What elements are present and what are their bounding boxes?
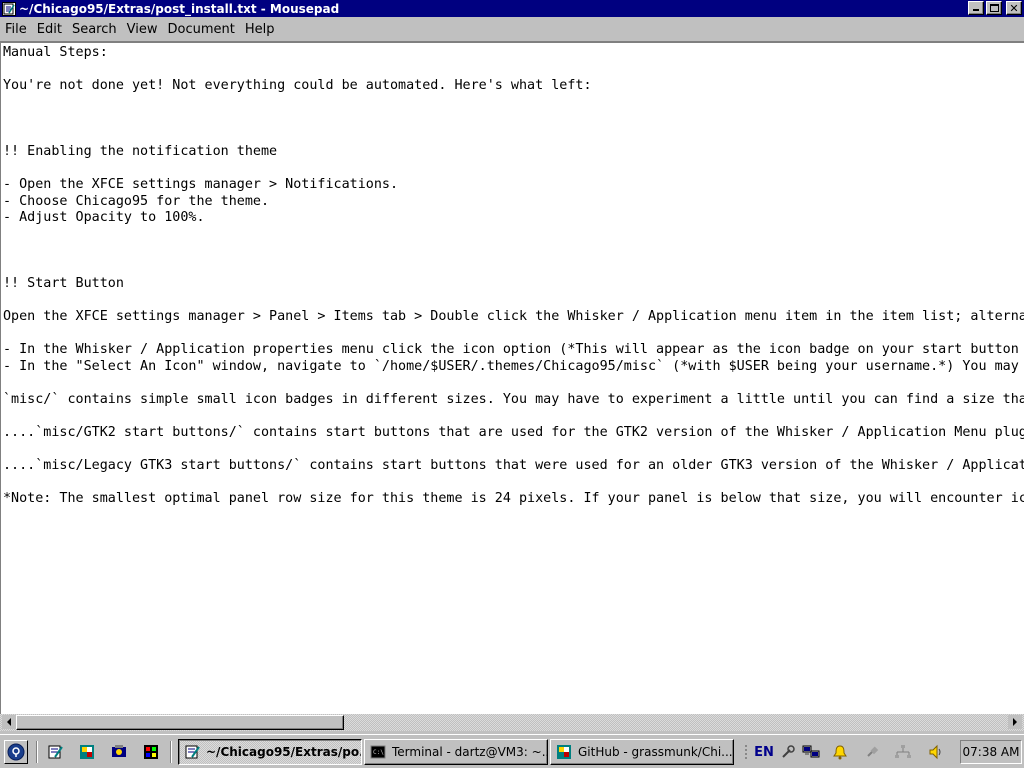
taskbar-separator	[36, 741, 38, 763]
taskbar-clock[interactable]: 07:38 AM	[960, 740, 1022, 764]
tray-power-icon[interactable]	[862, 743, 882, 761]
speaker-icon	[929, 744, 941, 760]
text-editor[interactable]: Manual Steps: You're not done yet! Not ev…	[0, 42, 1024, 714]
editor-line[interactable]: - Open the XFCE settings manager > Notif…	[3, 177, 1024, 194]
keyboard-layout-indicator[interactable]: EN	[752, 743, 776, 761]
network-computers-icon	[802, 745, 820, 758]
scroll-left-button[interactable]	[2, 715, 16, 729]
editor-line[interactable]: ....`misc/GTK2 start buttons/` contains …	[3, 425, 1024, 442]
taskbar: ~/Chicago95/Extras/po... C:\ Terminal - …	[0, 734, 1024, 768]
editor-line[interactable]	[3, 293, 1024, 310]
editor-line[interactable]	[3, 128, 1024, 145]
editor-line[interactable]: - In the "Select An Icon" window, naviga…	[3, 359, 1024, 376]
editor-line[interactable]	[3, 408, 1024, 425]
window-titlebar[interactable]: ~/Chicago95/Extras/post_install.txt - Mo…	[0, 0, 1024, 17]
quicklaunch-games[interactable]	[78, 744, 96, 760]
arrow-right-icon	[1013, 718, 1017, 726]
quicklaunch-mousepad[interactable]	[46, 744, 64, 760]
language-label: EN	[754, 744, 774, 760]
editor-line[interactable]: - In the Whisker / Application propertie…	[3, 342, 1024, 359]
tray-volume-icon[interactable]	[926, 743, 946, 761]
editor-line[interactable]	[3, 441, 1024, 458]
menu-edit[interactable]: Edit	[32, 22, 67, 37]
editor-line[interactable]	[3, 375, 1024, 392]
editor-line[interactable]: - Adjust Opacity to 100%.	[3, 210, 1024, 227]
editor-content[interactable]: Manual Steps: You're not done yet! Not ev…	[3, 45, 1024, 507]
editor-line[interactable]	[3, 260, 1024, 277]
notepad-icon	[48, 745, 63, 759]
network-tree-icon	[895, 745, 911, 758]
window-title: ~/Chicago95/Extras/post_install.txt - Mo…	[19, 1, 340, 16]
task-label: GitHub - grassmunk/Chi...	[578, 745, 733, 759]
editor-line[interactable]	[3, 227, 1024, 244]
wrench-icon	[782, 745, 795, 758]
editor-line[interactable]: Manual Steps:	[3, 45, 1024, 62]
horizontal-scrollbar[interactable]	[0, 714, 1024, 731]
tray-notification-icon[interactable]	[830, 743, 850, 761]
minimize-icon	[973, 9, 979, 11]
menu-view[interactable]: View	[122, 22, 163, 37]
applications-icon	[144, 745, 158, 759]
tray-lan-icon[interactable]	[892, 743, 914, 761]
bell-icon	[833, 745, 847, 760]
restore-icon	[989, 4, 999, 12]
editor-line[interactable]	[3, 326, 1024, 343]
editor-line[interactable]	[3, 243, 1024, 260]
tray-grip[interactable]	[744, 744, 748, 760]
editor-line[interactable]	[3, 161, 1024, 178]
tray-network-icon[interactable]	[800, 743, 822, 761]
scroll-right-button[interactable]	[1008, 715, 1022, 729]
editor-line[interactable]: !! Start Button	[3, 276, 1024, 293]
editor-line[interactable]	[3, 62, 1024, 79]
clock-time: 07:38 AM	[962, 745, 1020, 759]
arrow-left-icon	[7, 718, 11, 726]
maximize-button[interactable]	[986, 1, 1002, 15]
menu-document[interactable]: Document	[162, 22, 239, 37]
mousepad-app-icon[interactable]	[2, 1, 16, 16]
menu-search[interactable]: Search	[67, 22, 122, 37]
settings-icon	[112, 745, 126, 757]
editor-line[interactable]	[3, 474, 1024, 491]
minimize-button[interactable]	[968, 1, 984, 15]
editor-line[interactable]	[3, 95, 1024, 112]
notepad-icon	[3, 3, 15, 14]
plug-icon	[867, 746, 879, 757]
puzzle-icon	[80, 745, 94, 759]
menu-help[interactable]: Help	[240, 22, 280, 37]
editor-line[interactable]: `misc/` contains simple small icon badge…	[3, 392, 1024, 409]
mousepad-icon	[184, 744, 200, 760]
scrollbar-thumb[interactable]	[16, 715, 344, 730]
editor-line[interactable]: Open the XFCE settings manager > Panel >…	[3, 309, 1024, 326]
task-label: Terminal - dartz@VM3: ~...	[392, 745, 547, 759]
editor-line[interactable]: You're not done yet! Not everything coul…	[3, 78, 1024, 95]
browser-icon	[556, 744, 572, 760]
close-button[interactable]: ✕	[1006, 1, 1022, 15]
quicklaunch-settings[interactable]	[110, 744, 128, 760]
tray-tool-icon[interactable]	[778, 743, 798, 761]
close-icon: ✕	[1009, 1, 1019, 15]
task-label: ~/Chicago95/Extras/po...	[206, 745, 361, 759]
start-menu-icon	[7, 743, 25, 761]
editor-line[interactable]	[3, 111, 1024, 128]
editor-line[interactable]: *Note: The smallest optimal panel row si…	[3, 491, 1024, 508]
svg-text:C:\: C:\	[373, 749, 384, 756]
menu-file[interactable]: File	[0, 22, 32, 37]
editor-line[interactable]: - Choose Chicago95 for the theme.	[3, 194, 1024, 211]
task-mousepad[interactable]: ~/Chicago95/Extras/po...	[178, 739, 362, 765]
start-button[interactable]	[4, 740, 28, 764]
taskbar-separator	[170, 741, 172, 763]
task-browser[interactable]: GitHub - grassmunk/Chi...	[550, 739, 734, 765]
terminal-icon: C:\	[370, 744, 386, 760]
task-terminal[interactable]: C:\ Terminal - dartz@VM3: ~...	[364, 739, 548, 765]
quicklaunch-apps[interactable]	[142, 744, 160, 760]
window-controls: ✕	[968, 1, 1022, 15]
editor-line[interactable]: ....`misc/Legacy GTK3 start buttons/` co…	[3, 458, 1024, 475]
menu-bar: File Edit Search View Document Help	[0, 17, 1024, 42]
editor-line[interactable]: !! Enabling the notification theme	[3, 144, 1024, 161]
